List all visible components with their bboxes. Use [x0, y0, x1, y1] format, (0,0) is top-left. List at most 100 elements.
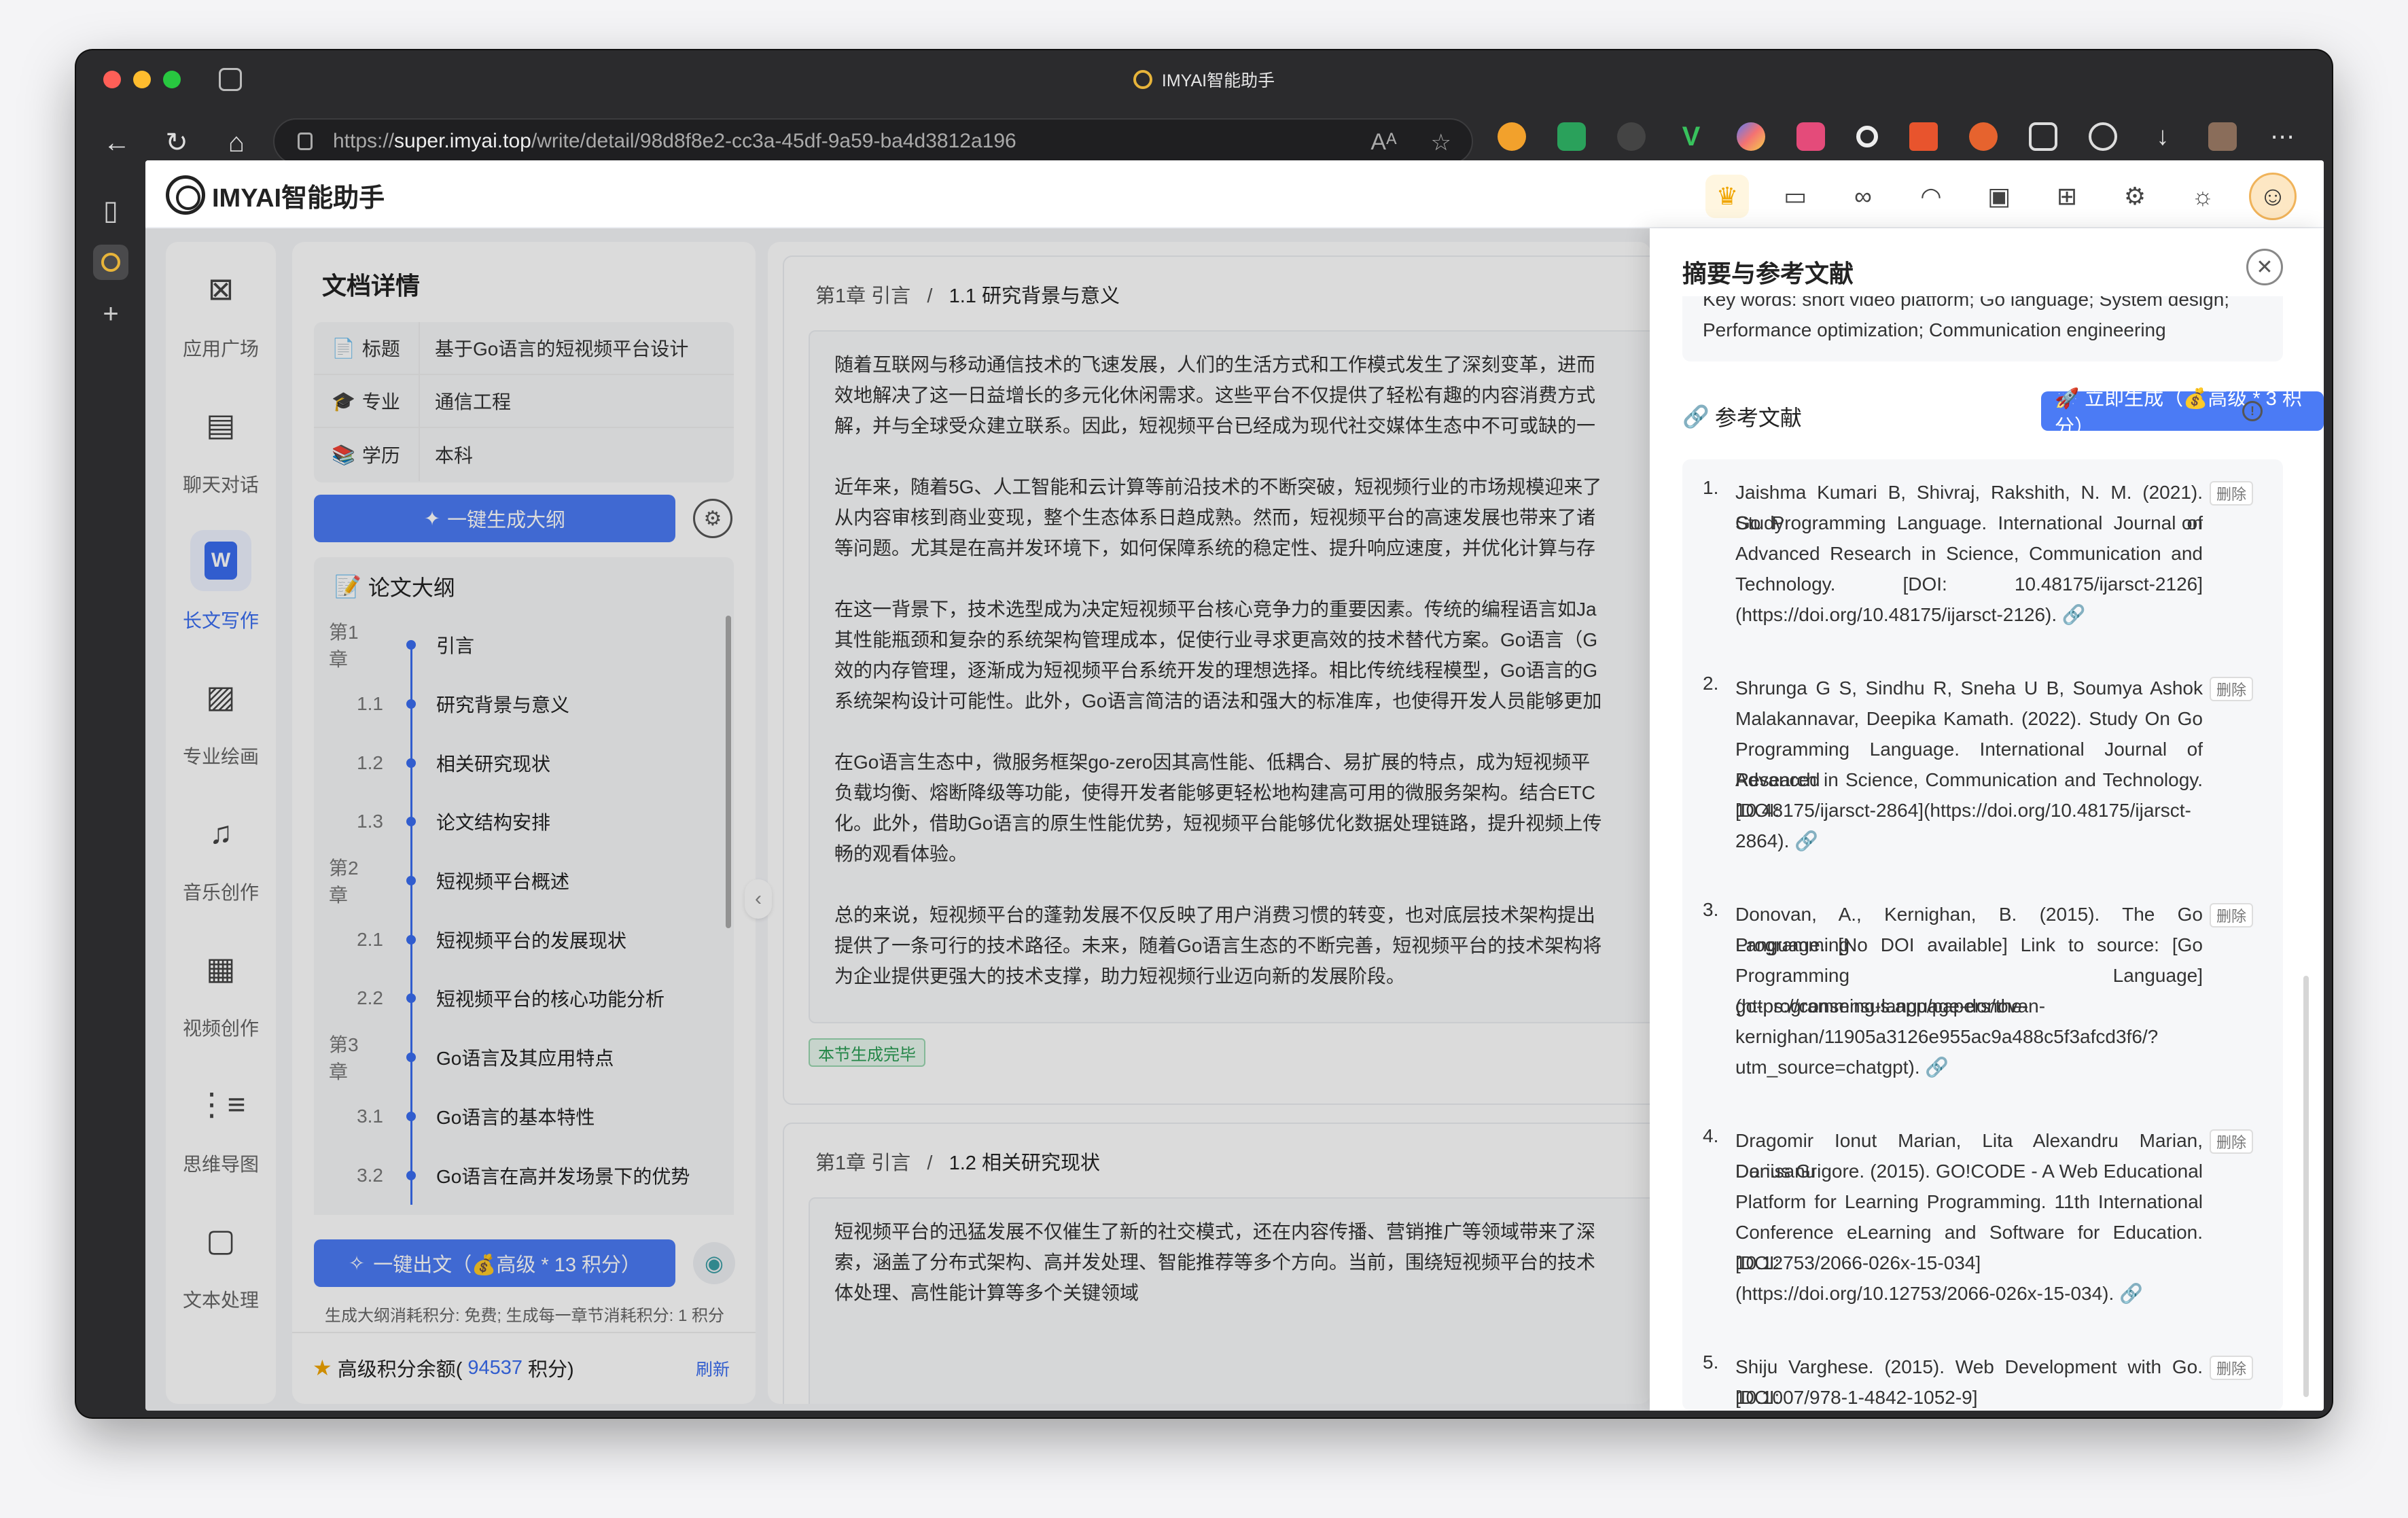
paragraph-line: 随着互联网与移动通信技术的飞速发展，人们的生活方式和工作模式发生了深刻变革，进而: [834, 354, 1596, 375]
info-icon[interactable]: !: [2242, 401, 2263, 421]
outline-item[interactable]: 2.2 短视频平台的核心功能分析: [314, 969, 734, 1028]
home-icon[interactable]: ⌂: [216, 122, 257, 163]
outline-item[interactable]: 第3章 Go语言及其应用特点: [314, 1027, 734, 1087]
meta-row-major: 🎓 专业 通信工程: [314, 375, 734, 428]
close-icon[interactable]: ✕: [2246, 249, 2283, 285]
outline-dot: [406, 1170, 416, 1180]
paragraph-line: 总的来说，短视频平台的蓬勃发展不仅反映了用户消费习惯的转变，也对底层技术架构提出: [834, 904, 1596, 925]
devices-icon[interactable]: ▭: [1773, 175, 1817, 218]
theme-sun-icon[interactable]: ☼: [2181, 175, 2225, 218]
breadcrumb-chapter[interactable]: 第1章 引言: [815, 285, 910, 307]
meta-key-text: 标题: [361, 338, 400, 359]
new-tab-plus-icon[interactable]: +: [93, 296, 128, 332]
nav-item-painting[interactable]: ▨ 专业绘画: [166, 650, 276, 786]
profile-avatar-icon[interactable]: [2208, 122, 2237, 151]
delete-reference-button[interactable]: 删除: [2210, 481, 2254, 506]
user-avatar[interactable]: ☺: [2249, 173, 2297, 220]
sidebar-toggle-icon[interactable]: ▯: [93, 193, 128, 228]
crown-icon[interactable]: ♛: [1705, 175, 1749, 218]
reference-line: go-programming-language-donovan-: [1735, 995, 2046, 1017]
generate-full-text-button[interactable]: ✧ 一键出文（💰高级 * 13 积分）: [314, 1239, 675, 1287]
reference-line: Go Programming Language. International J…: [1735, 512, 2203, 533]
outline-item[interactable]: 1.2 相关研究现状: [314, 733, 734, 793]
extension-3-icon[interactable]: [1617, 122, 1646, 151]
reference-line: Research in Science, Communication and T…: [1735, 769, 2203, 821]
outline-item[interactable]: 2.1 短视频平台的发展现状: [314, 910, 734, 970]
delete-reference-button[interactable]: 删除: [2210, 1129, 2254, 1154]
refresh-balance-link[interactable]: 刷新: [696, 1356, 730, 1381]
reload-icon[interactable]: ↻: [156, 122, 197, 163]
reference-line: Donovan, A., Kernighan, B. (2015). The G…: [1735, 904, 2203, 955]
outline-item[interactable]: 第1章 引言: [314, 616, 734, 675]
outline-item[interactable]: 3.1 Go语言的基本特性: [314, 1087, 734, 1146]
outline-item[interactable]: 第2章 短视频平台概述: [314, 851, 734, 911]
download-icon[interactable]: ↓: [2148, 122, 2177, 151]
back-arrow-icon[interactable]: ←: [96, 122, 137, 163]
close-window-button[interactable]: [103, 71, 121, 88]
nav-item-app-plaza[interactable]: ⊠ 应用广场: [166, 242, 276, 378]
delete-reference-button[interactable]: 删除: [2210, 903, 2254, 928]
outline-number: 3.1: [357, 1105, 383, 1127]
outline-item[interactable]: 1.3 论文结构安排: [314, 792, 734, 851]
balance-suffix: 积分): [528, 1359, 574, 1381]
brand-logo-icon: [166, 175, 205, 215]
section-text[interactable]: 随着互联网与移动通信技术的飞速发展，人们的生活方式和工作模式发生了深刻变革，进而…: [809, 330, 1651, 1023]
minimize-window-button[interactable]: [133, 71, 151, 88]
extension-5-icon[interactable]: [1737, 122, 1765, 151]
graduation-cap-icon: 🎓: [332, 390, 355, 412]
paragraph: 总的来说，短视频平台的蓬勃发展不仅反映了用户消费习惯的转变，也对底层技术架构提出…: [834, 900, 1651, 991]
meta-value: 基于Go语言的短视频平台设计: [419, 322, 688, 374]
keywords-box: Key words: short video platform; Go lang…: [1682, 296, 2283, 361]
generate-references-button[interactable]: 🚀 立即生成（💰高级 * 3 积分）: [2041, 388, 2324, 438]
extension-2-icon[interactable]: [1557, 122, 1586, 151]
breadcrumb-chapter[interactable]: 第1章 引言: [815, 1152, 910, 1174]
outline-number: 第1章: [329, 622, 359, 671]
extension-8-icon[interactable]: [1909, 122, 1938, 151]
app-side-nav: ⊠ 应用广场 ▤ 聊天对话 W 长文写作 ▨ 专业绘画 ♫ 音乐创作 ▦ 视频创…: [166, 242, 276, 1404]
history-icon[interactable]: [2089, 122, 2117, 151]
outline-item[interactable]: 3.2 Go语言在高并发场景下的优势: [314, 1146, 734, 1205]
pinned-tab-imyai-icon[interactable]: [93, 245, 128, 280]
extension-9-icon[interactable]: [1969, 122, 1998, 151]
brand[interactable]: IMYAI智能助手: [166, 175, 385, 215]
headset-support-icon[interactable]: ◠: [1909, 175, 1953, 218]
window-title-text: IMYAI智能助手: [1161, 71, 1275, 90]
outline-text: 短视频平台的核心功能分析: [436, 989, 665, 1010]
video-film-icon: ▦: [206, 951, 236, 986]
nav-item-mindmap[interactable]: ⋮≡ 思维导图: [166, 1057, 276, 1193]
settings-gear-icon[interactable]: ⚙: [2113, 175, 2157, 218]
more-menu-icon[interactable]: ⋯: [2268, 122, 2297, 151]
extension-7-icon[interactable]: [1856, 126, 1878, 147]
reference-line: Dragomir Ionut Marian, Lita Alexandru Ma…: [1735, 1130, 2203, 1182]
briefcase-icon[interactable]: ▣: [1977, 175, 2021, 218]
extension-v-icon[interactable]: V: [1677, 122, 1705, 151]
extension-1-icon[interactable]: [1498, 122, 1526, 151]
extension-6-icon[interactable]: [1796, 122, 1825, 151]
favorite-star-icon[interactable]: ☆: [1431, 129, 1451, 156]
nav-item-chat[interactable]: ▤ 聊天对话: [166, 378, 276, 514]
delete-reference-button[interactable]: 删除: [2210, 1356, 2254, 1380]
outline-item[interactable]: 1.1 研究背景与意义: [314, 674, 734, 734]
robot-assistant-icon[interactable]: ◉: [693, 1242, 735, 1284]
tab-overview-icon[interactable]: [219, 68, 242, 91]
outline-settings-gear-icon[interactable]: ⚙: [693, 499, 732, 538]
section-text[interactable]: 短视频平台的迅猛发展不仅催生了新的社交模式，还在内容传播、营销推广等领域带来了深…: [809, 1197, 1651, 1404]
nav-item-video[interactable]: ▦ 视频创作: [166, 921, 276, 1057]
delete-reference-button[interactable]: 删除: [2210, 677, 2254, 701]
extensions-puzzle-icon[interactable]: [2029, 122, 2057, 151]
outline-number: 1.2: [357, 752, 383, 773]
document-meta: 📄 标题 基于Go语言的短视频平台设计 🎓 专业 通信工程 📚 学历 本科: [314, 322, 734, 482]
nav-item-text-processing[interactable]: ▢ 文本处理: [166, 1193, 276, 1329]
generate-outline-button[interactable]: ✦ 一键生成大纲: [314, 495, 675, 542]
address-bar[interactable]: https://super.imyai.top/write/detail/98d…: [273, 118, 1473, 164]
zoom-window-button[interactable]: [163, 71, 181, 88]
gift-icon[interactable]: ⊞: [2045, 175, 2089, 218]
drawer-scrollbar[interactable]: [2303, 976, 2309, 1397]
collapse-panel-chevron-left-icon[interactable]: ‹: [745, 879, 772, 919]
brand-name: IMYAI智能助手: [212, 183, 385, 213]
read-aloud-icon[interactable]: Aᴬ: [1370, 129, 1396, 156]
link-icon[interactable]: ∞: [1841, 175, 1885, 218]
nav-item-music[interactable]: ♫ 音乐创作: [166, 786, 276, 921]
nav-item-long-writing[interactable]: W 长文写作: [166, 514, 276, 650]
app-plaza-icon: ⊠: [207, 271, 234, 306]
